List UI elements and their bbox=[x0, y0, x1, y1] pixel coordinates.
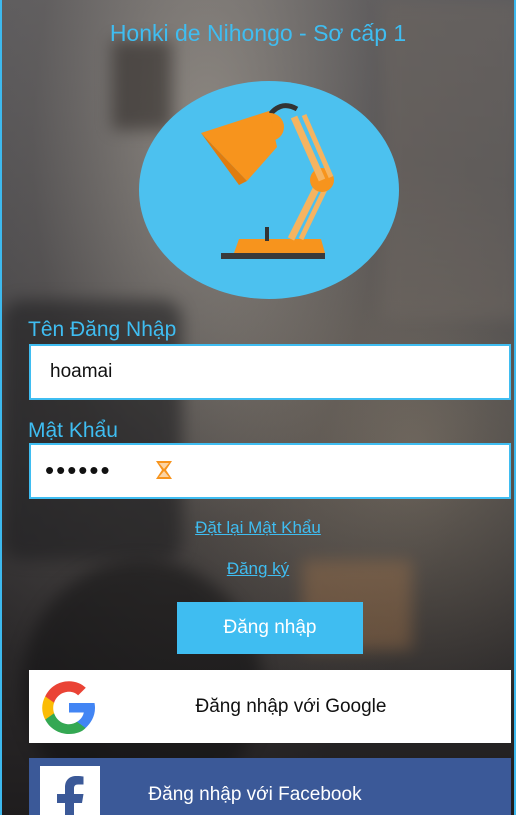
register-text[interactable]: Đăng ký bbox=[227, 559, 289, 578]
desk-lamp-icon bbox=[201, 103, 334, 259]
login-button-label: Đăng nhập bbox=[223, 617, 317, 638]
register-link[interactable]: Đăng ký bbox=[2, 559, 514, 579]
login-screen: Honki de Nihongo - Sơ cấp 1 Tên Đăng Nhậ… bbox=[0, 0, 516, 815]
clear-icon[interactable] bbox=[155, 460, 173, 480]
username-field[interactable] bbox=[29, 344, 511, 400]
google-icon bbox=[42, 680, 95, 734]
google-login-label: Đăng nhập với Google bbox=[195, 695, 387, 717]
app-title: Honki de Nihongo - Sơ cấp 1 bbox=[109, 20, 407, 46]
password-masked-value[interactable]: •••••• bbox=[45, 455, 112, 486]
username-label: Tên Đăng Nhập bbox=[28, 318, 177, 341]
login-button[interactable]: Đăng nhập bbox=[177, 602, 363, 654]
app-logo bbox=[139, 81, 399, 299]
password-field[interactable]: •••••• bbox=[29, 443, 511, 499]
reset-password-link[interactable]: Đặt lại Mật Khẩu bbox=[2, 518, 514, 538]
username-input[interactable] bbox=[48, 360, 492, 384]
reset-password-text[interactable]: Đặt lại Mật Khẩu bbox=[195, 518, 321, 537]
google-login-button[interactable]: Đăng nhập với Google bbox=[29, 670, 511, 743]
password-label: Mật Khẩu bbox=[28, 419, 118, 442]
facebook-icon bbox=[40, 766, 100, 815]
facebook-login-button[interactable]: Đăng nhập với Facebook bbox=[29, 758, 511, 815]
facebook-login-label: Đăng nhập với Facebook bbox=[148, 784, 362, 805]
background-shape bbox=[382, 0, 514, 320]
